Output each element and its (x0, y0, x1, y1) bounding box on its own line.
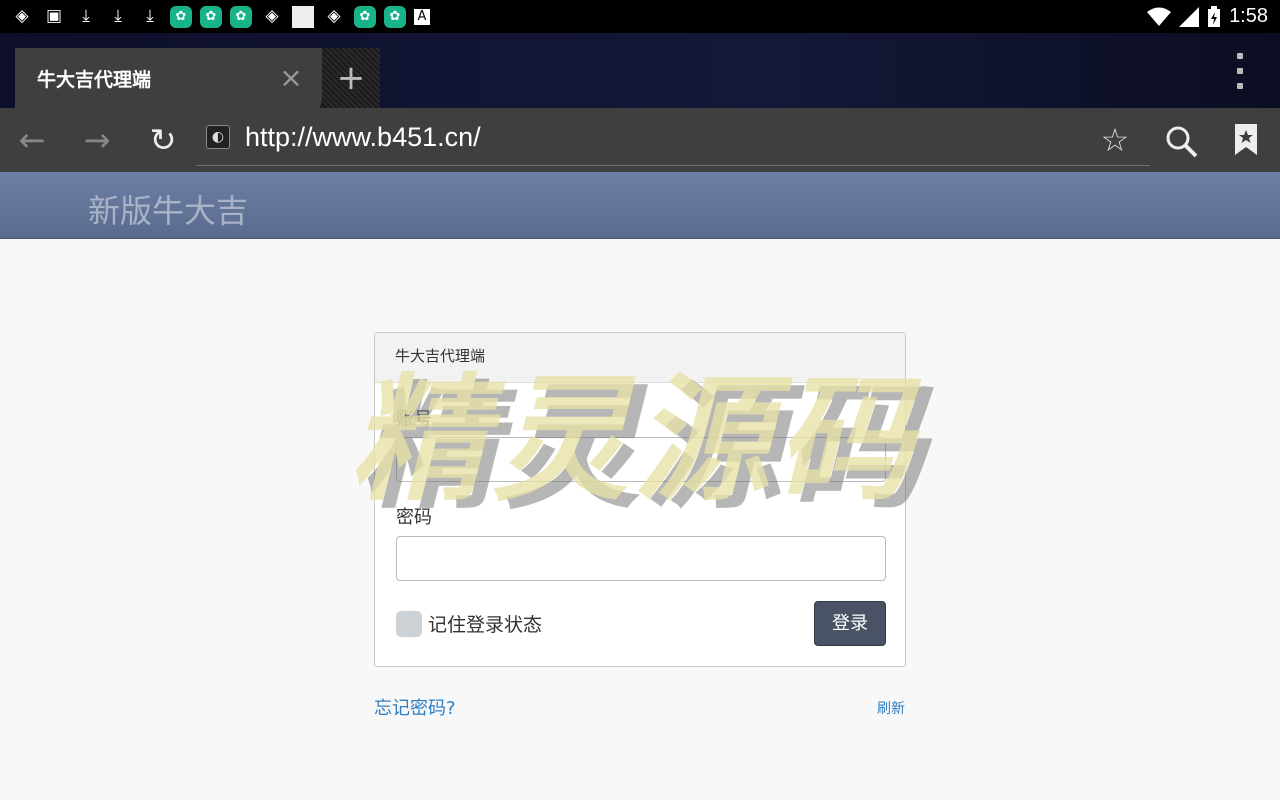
site-header: 新版牛大吉 (0, 172, 1280, 239)
bookmarks-icon[interactable] (1233, 124, 1259, 156)
aperture-icon: ◈ (15, 6, 29, 26)
remember-checkbox[interactable] (396, 610, 422, 637)
image-icon: ▣ (45, 6, 63, 26)
browser-tab[interactable]: 牛大吉代理端 × (15, 48, 334, 108)
address-bar[interactable]: ◐ http://www.b451.cn/ (196, 120, 1150, 166)
account-input[interactable] (396, 437, 886, 482)
remember-me[interactable]: 记住登录状态 (396, 610, 542, 637)
download-icon: ⤓ (114, 6, 122, 26)
system-tray: 1:58 (1147, 0, 1268, 33)
tab-title: 牛大吉代理端 (37, 68, 152, 91)
forward-icon[interactable]: → (77, 120, 117, 160)
blank-icon (292, 5, 314, 28)
app-icon: ✿ (384, 5, 406, 28)
login-button[interactable]: 登录 (814, 601, 886, 646)
download-icon: ⤓ (82, 6, 90, 26)
wifi-icon (1147, 7, 1172, 26)
app-icon: ✿ (200, 5, 222, 28)
app-icon: ✿ (230, 5, 252, 28)
aperture-icon: ◈ (265, 6, 279, 26)
forgot-password-link[interactable]: 忘记密码? (374, 694, 456, 720)
password-input[interactable] (396, 536, 886, 581)
search-icon[interactable] (1164, 124, 1200, 160)
login-panel: 牛大吉代理端 账号 密码 记住登录状态 登录 (374, 332, 906, 667)
aperture-icon: ◈ (327, 6, 341, 26)
tab-strip: 牛大吉代理端 × + (0, 33, 1280, 108)
account-label: 账号 (396, 409, 432, 430)
back-icon[interactable]: ← (12, 120, 52, 160)
refresh-link[interactable]: 刷新 (877, 698, 905, 718)
url-text[interactable]: http://www.b451.cn/ (245, 122, 481, 153)
remember-label[interactable]: 记住登录状态 (428, 610, 542, 637)
password-label: 密码 (396, 507, 432, 528)
panel-title: 牛大吉代理端 (375, 333, 905, 383)
new-tab-button[interactable]: + (322, 48, 380, 108)
close-tab-icon[interactable]: × (276, 63, 306, 93)
overflow-menu-icon[interactable] (1230, 53, 1250, 89)
clock: 1:58 (1229, 5, 1268, 27)
font-icon: A (414, 8, 430, 25)
battery-charging-icon (1208, 5, 1221, 27)
download-icon: ⤓ (146, 6, 154, 26)
cell-signal-icon (1179, 6, 1200, 27)
notification-icons: ◈ ▣ ⤓ ⤓ ⤓ ✿ ✿ ✿ ◈ ◈ ✿ ✿ A (10, 5, 430, 29)
status-bar: ◈ ▣ ⤓ ⤓ ⤓ ✿ ✿ ✿ ◈ ◈ ✿ ✿ A 1:58 (0, 0, 1280, 33)
app-icon: ✿ (354, 5, 376, 28)
site-brand[interactable]: 新版牛大吉 (88, 186, 248, 232)
globe-icon: ◐ (206, 125, 230, 149)
app-icon: ✿ (170, 5, 192, 28)
browser-toolbar: ← → ↻ ◐ http://www.b451.cn/ ☆ (0, 108, 1280, 172)
star-icon[interactable]: ☆ (1095, 120, 1135, 160)
reload-icon[interactable]: ↻ (143, 120, 183, 160)
